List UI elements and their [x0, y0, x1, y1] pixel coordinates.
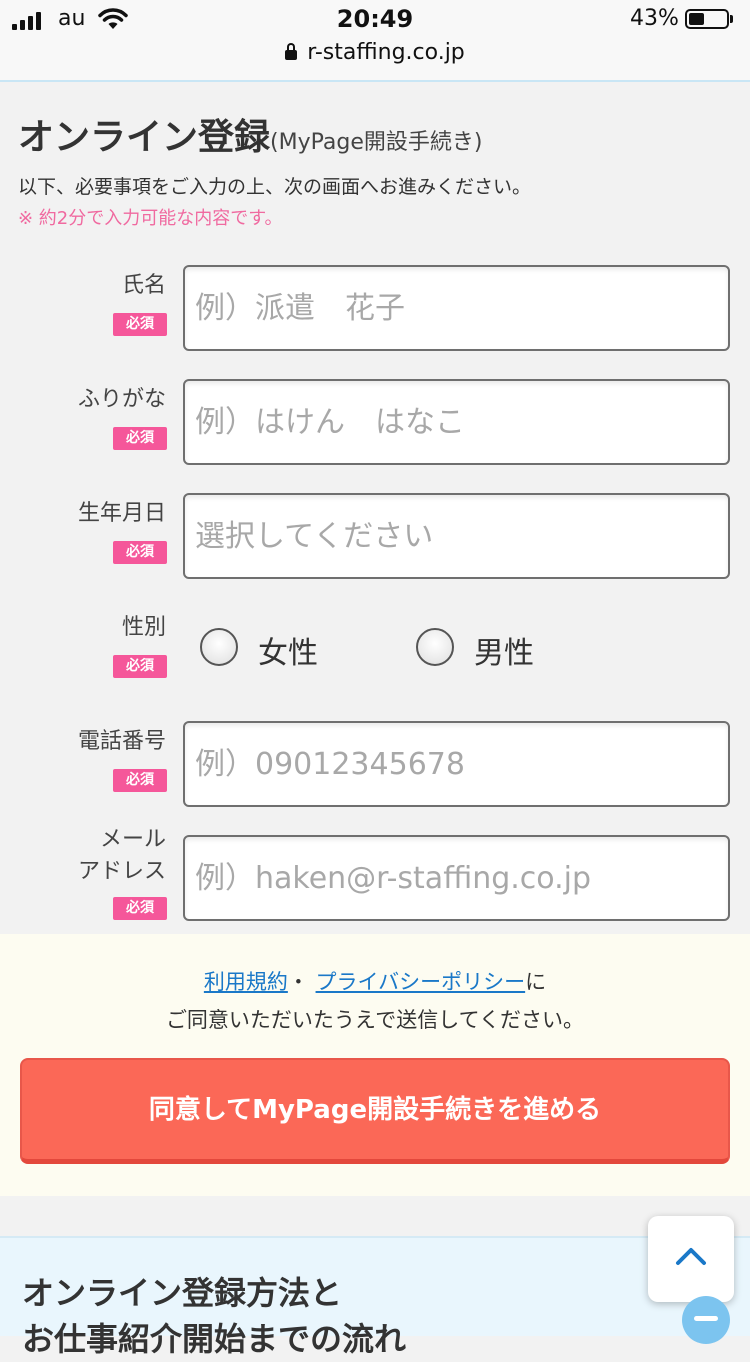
gender-male-radio[interactable] — [416, 628, 454, 666]
email-input[interactable] — [183, 835, 730, 921]
address-bar[interactable]: r-staffing.co.jp — [0, 40, 750, 65]
collapse-icon[interactable] — [682, 1296, 730, 1344]
required-badge: 必須 — [113, 313, 167, 336]
gender-male-label[interactable]: 男性 — [474, 628, 534, 672]
chevron-up-icon — [676, 1248, 706, 1265]
terms-link[interactable]: 利用規約 — [204, 970, 288, 994]
email-label-line1: メール — [99, 827, 166, 852]
battery-icon — [685, 9, 729, 29]
required-badge: 必須 — [113, 769, 167, 792]
birthdate-input[interactable] — [183, 493, 730, 579]
email-label-line2: アドレス — [77, 859, 166, 884]
agreement-instruction: ご同意いただいたうえで送信してください。 — [165, 1008, 585, 1032]
battery-tip — [730, 15, 733, 23]
gender-female-radio[interactable] — [200, 628, 238, 666]
name-input[interactable] — [183, 265, 730, 351]
gender-female-label[interactable]: 女性 — [258, 628, 318, 672]
required-badge: 必須 — [113, 427, 167, 450]
time-note: ※ 約2分で入力可能な内容です。 — [18, 208, 283, 229]
battery-percentage: 43% — [630, 6, 679, 31]
agreement-text: 利用規約・ プライバシーポリシーに — [0, 966, 750, 996]
address-url: r-staffing.co.jp — [307, 40, 465, 65]
privacy-policy-link[interactable]: プライバシーポリシー — [316, 970, 526, 994]
flow-section-title: オンライン登録方法と お仕事紹介開始までの流れ — [22, 1270, 406, 1362]
phone-label: 電話番号 — [77, 729, 166, 754]
required-badge: 必須 — [113, 541, 167, 564]
furigana-label: ふりがな — [77, 387, 166, 412]
link-separator: ・ — [287, 970, 309, 994]
intro-text: 以下、必要事項をご入力の上、次の画面へお進みください。 — [18, 176, 532, 198]
required-badge: 必須 — [113, 655, 167, 678]
gender-label: 性別 — [121, 615, 166, 640]
flow-title-line2: お仕事紹介開始までの流れ — [22, 1320, 407, 1358]
birthdate-label: 生年月日 — [77, 501, 166, 526]
phone-input[interactable] — [183, 721, 730, 807]
flow-title-line1: オンライン登録方法と — [22, 1274, 343, 1312]
name-label: 氏名 — [121, 273, 166, 298]
scroll-to-top-button[interactable] — [648, 1216, 734, 1302]
page-title: オンライン登録(MyPage開設手続き) — [18, 117, 483, 158]
lock-icon — [285, 43, 298, 60]
required-badge: 必須 — [113, 897, 167, 920]
agree-submit-button[interactable]: 同意してMyPage開設手続きを進める — [20, 1058, 730, 1164]
agreement-suffix: に — [525, 970, 547, 994]
page-title-suffix: (MyPage開設手続き) — [270, 130, 483, 155]
status-bar: au 20:49 43% r-staffing.co.jp — [0, 0, 750, 82]
furigana-input[interactable] — [183, 379, 730, 465]
